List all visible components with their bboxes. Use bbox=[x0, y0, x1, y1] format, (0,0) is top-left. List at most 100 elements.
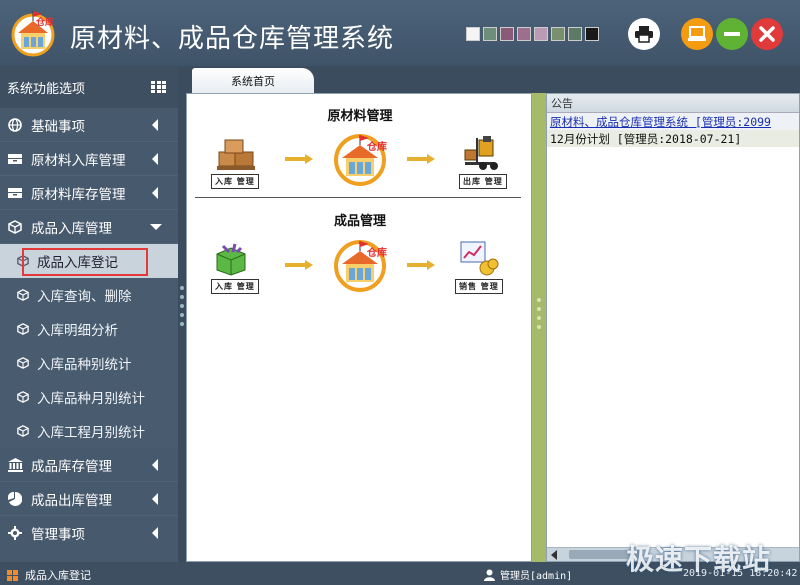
chevron-down-icon bbox=[150, 224, 162, 230]
printer-icon bbox=[635, 26, 653, 43]
monitor-icon bbox=[688, 26, 706, 41]
notice-item[interactable]: 12月份计划 [管理员:2018-07-21] bbox=[547, 130, 799, 147]
gear-icon bbox=[7, 525, 23, 541]
sidebar-subitem-variety-monthly[interactable]: 入库品种月别统计 bbox=[0, 380, 178, 414]
arrow-right-icon bbox=[285, 260, 313, 270]
sidebar-subitem-product-register[interactable]: 成品入库登记 bbox=[0, 244, 178, 278]
sidebar-subitem-label: 入库品种月别统计 bbox=[37, 391, 145, 407]
theme-swatch[interactable] bbox=[483, 27, 497, 41]
sidebar-item-product-inbound[interactable]: 成品入库管理 bbox=[0, 210, 178, 244]
drawer-icon bbox=[7, 185, 23, 201]
sidebar-item-product-stock[interactable]: 成品库存管理 bbox=[0, 448, 178, 482]
sidebar-splitter[interactable] bbox=[178, 66, 186, 562]
grid-icon[interactable] bbox=[151, 80, 166, 94]
forklift-icon bbox=[464, 136, 498, 170]
status-user-label: 管理员[admin] bbox=[500, 571, 573, 582]
app-title: 原材料、成品仓库管理系统 bbox=[70, 24, 395, 54]
theme-swatch[interactable] bbox=[466, 27, 480, 41]
sidebar-subitem-label: 入库品种别统计 bbox=[37, 357, 132, 373]
theme-swatch[interactable] bbox=[568, 27, 582, 41]
selection-highlight bbox=[22, 248, 148, 276]
sidebar-item-label: 成品库存管理 bbox=[31, 458, 112, 475]
theme-swatches bbox=[466, 27, 599, 41]
raw-inbound-button[interactable] bbox=[217, 138, 257, 176]
user-icon bbox=[484, 569, 495, 581]
notice-heading: 公告 bbox=[547, 94, 799, 113]
product-inbound-label[interactable]: 入库 管理 bbox=[211, 279, 259, 294]
sidebar: 系统功能选项 基础事项 原材料入库管理 原材料库存管理 成品入库管理 成品入库登… bbox=[0, 66, 178, 562]
chevron-left-icon bbox=[152, 153, 158, 165]
sidebar-header: 系统功能选项 bbox=[0, 66, 178, 108]
bank-icon bbox=[7, 457, 23, 473]
cube-icon bbox=[17, 357, 29, 369]
app-logo: 仓库 bbox=[8, 9, 58, 57]
sidebar-subitem-project-monthly[interactable]: 入库工程月别统计 bbox=[0, 414, 178, 448]
logo-text: 仓库 bbox=[36, 18, 55, 28]
raw-inbound-label[interactable]: 入库 管理 bbox=[211, 174, 259, 189]
chevron-left-icon bbox=[152, 187, 158, 199]
title-bar: 仓库 原材料、成品仓库管理系统 bbox=[0, 0, 800, 66]
warehouse-text: 仓库 bbox=[367, 248, 387, 259]
pie-icon bbox=[7, 491, 23, 507]
minus-icon bbox=[724, 32, 740, 36]
sidebar-item-label: 基础事项 bbox=[31, 118, 85, 135]
theme-swatch[interactable] bbox=[534, 27, 548, 41]
arrow-right-icon bbox=[285, 154, 313, 164]
product-sales-button[interactable] bbox=[459, 240, 499, 280]
warehouse-text: 仓库 bbox=[367, 142, 387, 153]
sidebar-item-raw-inbound[interactable]: 原材料入库管理 bbox=[0, 142, 178, 176]
theme-swatch[interactable] bbox=[517, 27, 531, 41]
raw-outbound-button[interactable] bbox=[463, 136, 503, 176]
sidebar-item-label: 原材料库存管理 bbox=[31, 186, 126, 203]
windows-icon bbox=[7, 569, 18, 581]
minimize-button[interactable] bbox=[716, 18, 748, 50]
sidebar-subitem-variety-stats[interactable]: 入库品种别统计 bbox=[0, 346, 178, 380]
product-sales-label[interactable]: 销售 管理 bbox=[455, 279, 503, 294]
sidebar-item-product-outbound[interactable]: 成品出库管理 bbox=[0, 482, 178, 516]
sidebar-subitem-detail-analysis[interactable]: 入库明细分析 bbox=[0, 312, 178, 346]
sidebar-item-label: 原材料入库管理 bbox=[31, 152, 126, 169]
chevron-left-icon bbox=[152, 119, 158, 131]
theme-swatch[interactable] bbox=[551, 27, 565, 41]
sidebar-item-label: 成品出库管理 bbox=[31, 492, 112, 509]
cube-icon bbox=[17, 289, 29, 301]
chevron-left-icon bbox=[152, 459, 158, 471]
panel-splitter[interactable] bbox=[532, 93, 546, 562]
sidebar-item-raw-stock[interactable]: 原材料库存管理 bbox=[0, 176, 178, 210]
product-inbound-button[interactable] bbox=[213, 242, 249, 280]
watermark: 极速下载站 bbox=[626, 543, 772, 576]
sidebar-heading: 系统功能选项 bbox=[7, 81, 86, 97]
notice-item[interactable]: 原材料、成品仓库管理系统 [管理员:2099 bbox=[547, 113, 799, 130]
raw-outbound-label[interactable]: 出库 管理 bbox=[459, 174, 507, 189]
theme-swatch[interactable] bbox=[585, 27, 599, 41]
sidebar-item-admin[interactable]: 管理事项 bbox=[0, 516, 178, 550]
status-current: 成品入库登记 bbox=[7, 567, 91, 583]
drawer-icon bbox=[7, 151, 23, 167]
theme-swatch[interactable] bbox=[500, 27, 514, 41]
sidebar-item-basic[interactable]: 基础事项 bbox=[0, 108, 178, 142]
tab-home[interactable]: 系统首页 bbox=[192, 68, 314, 93]
sidebar-subitem-query-delete[interactable]: 入库查询、删除 bbox=[0, 278, 178, 312]
cube-icon bbox=[17, 391, 29, 403]
arrow-right-icon bbox=[407, 260, 435, 270]
sidebar-item-label: 成品入库管理 bbox=[31, 220, 112, 237]
scroll-left-icon[interactable] bbox=[551, 550, 557, 560]
warehouse-icon: 仓库 bbox=[333, 238, 387, 296]
status-current-label: 成品入库登记 bbox=[25, 569, 91, 582]
arrow-right-icon bbox=[407, 154, 435, 164]
switch-screen-button[interactable] bbox=[681, 18, 713, 50]
sidebar-subitem-label: 入库查询、删除 bbox=[37, 289, 132, 305]
sidebar-item-label: 管理事项 bbox=[31, 527, 85, 543]
globe-icon bbox=[7, 117, 23, 133]
status-user: 管理员[admin] bbox=[484, 567, 572, 582]
print-button[interactable] bbox=[628, 18, 660, 50]
sidebar-subitem-label: 入库工程月别统计 bbox=[37, 425, 145, 441]
close-button[interactable] bbox=[751, 18, 783, 50]
home-panel: 原材料管理 入库 管理 仓库 出库 管理 成品管理 入库 管理 仓库 销售 管理 bbox=[186, 93, 532, 562]
sales-chart-icon bbox=[460, 241, 499, 276]
product-section-title: 成品管理 bbox=[333, 214, 386, 229]
section-divider bbox=[195, 197, 521, 198]
sidebar-subitem-label: 入库明细分析 bbox=[37, 323, 118, 339]
tab-bar: 系统首页 bbox=[186, 66, 800, 93]
chevron-left-icon bbox=[152, 527, 158, 539]
